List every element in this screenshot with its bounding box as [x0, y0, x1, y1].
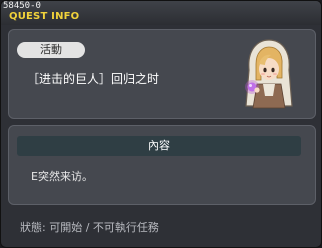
quest-status: 狀態: 可開始 / 不可執行任務 — [20, 221, 159, 234]
quest-content-panel: 內容 E突然来访。 — [8, 125, 316, 205]
content-header: 內容 — [17, 136, 301, 156]
window-title: QUEST INFO — [9, 11, 80, 22]
quest-summary-panel: 活動 ［进击的巨人］回归之时 — [8, 29, 316, 119]
quest-info-window: 58450-0 QUEST INFO 活動 ［进击的巨人］回归之时 內容 E突然… — [0, 0, 322, 248]
quest-name: ［进击的巨人］回归之时 — [27, 72, 160, 86]
npc-portrait-icon — [245, 39, 293, 109]
content-text: E突然来访。 — [31, 170, 93, 183]
title-bar[interactable]: 58450-0 QUEST INFO — [1, 1, 321, 25]
quest-type-badge: 活動 — [17, 42, 85, 58]
